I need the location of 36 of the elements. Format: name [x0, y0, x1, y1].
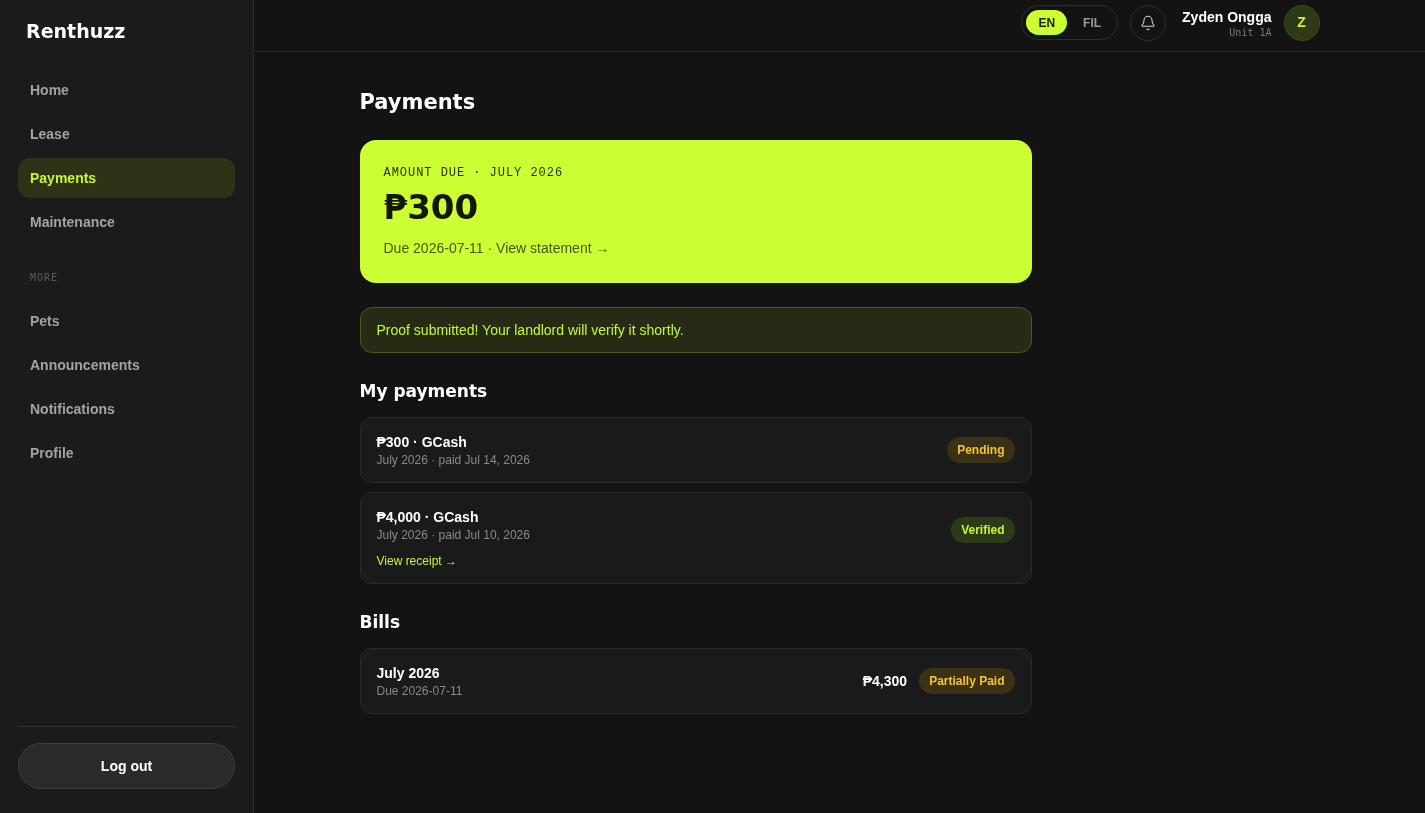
- card-title: July 2026: [376, 664, 441, 683]
- bell-icon: [1140, 14, 1157, 31]
- view-statement-link[interactable]: View statement →: [496, 240, 610, 256]
- sidebar-nav-item[interactable]: Announcements: [18, 345, 235, 385]
- bill-amount: ₱4,300: [862, 671, 908, 691]
- card-subtitle: July 2026 · paid Jul 10, 2026: [376, 527, 530, 543]
- due-date-text: Due 2026-07-11 · View statement →: [383, 239, 611, 258]
- sidebar-nav-item[interactable]: Profile: [18, 433, 235, 473]
- section-title: My payments: [359, 380, 489, 403]
- logout-button[interactable]: Log out: [18, 743, 235, 789]
- unit-label: Unit 1A: [1229, 26, 1272, 39]
- sidebar-nav-item[interactable]: Lease: [18, 114, 235, 154]
- section-title: Bills: [359, 611, 402, 634]
- brand-logo: Renthuzz: [26, 20, 126, 42]
- nav-section-heading: MORE: [29, 271, 60, 285]
- user-avatar[interactable]: Z: [1283, 4, 1320, 41]
- user-name: Zyden Ongga: [1182, 7, 1272, 27]
- sidebar-nav-item[interactable]: Home: [18, 70, 235, 110]
- card-title: ₱4,000 · GCash: [376, 508, 480, 527]
- status-badge: Partially Paid: [919, 668, 1015, 694]
- status-badge: Pending: [947, 437, 1015, 463]
- success-alert: Proof submitted! Your landlord will verify it shortly.: [359, 307, 1032, 353]
- amount-due-label: AMOUNT DUE · JULY 2026: [383, 165, 565, 182]
- sidebar-nav-item[interactable]: Maintenance: [18, 202, 235, 242]
- status-badge: Verified: [951, 517, 1015, 543]
- sidebar-nav-item[interactable]: Pets: [18, 301, 235, 341]
- language-option[interactable]: EN: [1026, 10, 1068, 35]
- card-subtitle: July 2026 · paid Jul 14, 2026: [376, 452, 530, 468]
- view-receipt-link[interactable]: View receipt →: [376, 553, 530, 569]
- card-title: ₱300 · GCash: [376, 433, 468, 452]
- amount-due-value: ₱300: [383, 186, 480, 229]
- page-title: Payments: [359, 89, 477, 116]
- sidebar-nav-item[interactable]: Payments: [18, 158, 235, 198]
- language-option[interactable]: FIL: [1071, 10, 1114, 35]
- sidebar-nav-item[interactable]: Notifications: [18, 389, 235, 429]
- card-subtitle: Due 2026-07-11: [376, 683, 463, 699]
